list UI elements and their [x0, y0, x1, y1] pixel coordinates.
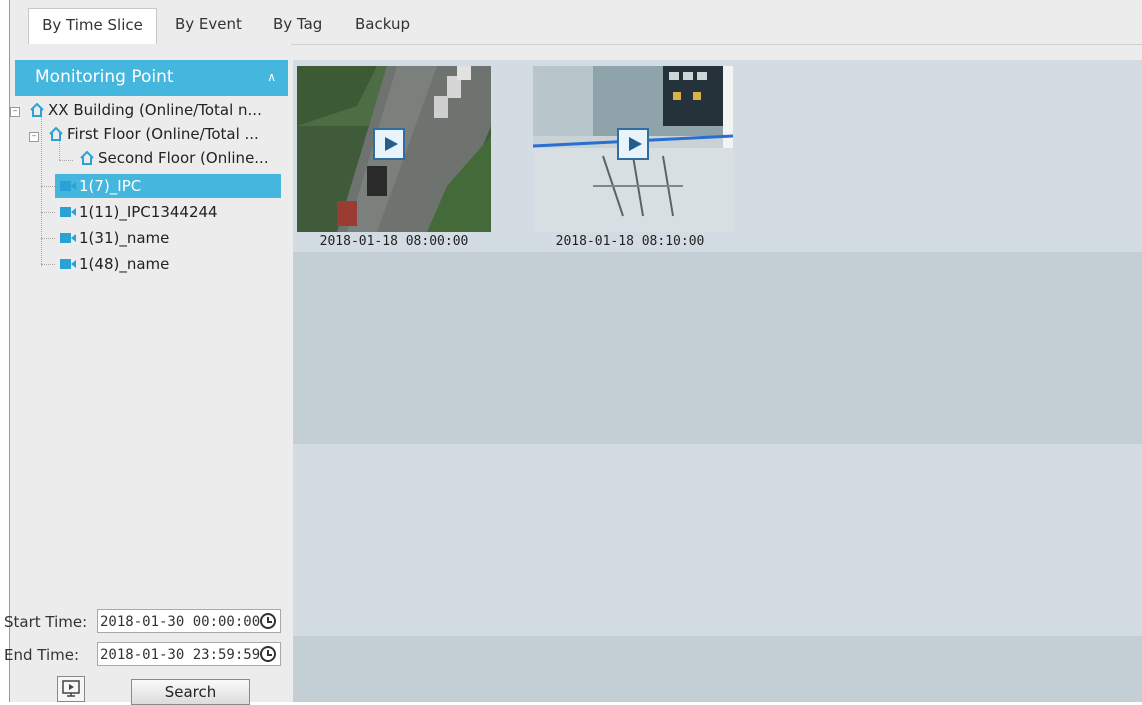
end-time-row: End Time: 2018-01-30 23:59:59: [4, 642, 291, 668]
camera-icon: [60, 207, 76, 217]
tab-by-event[interactable]: By Event: [175, 8, 242, 44]
tree-node-label: 1(31)_name: [79, 229, 170, 247]
tree-node-label: XX Building (Online/Total n...: [48, 101, 262, 119]
end-time-value: 2018-01-30 23:59:59: [100, 647, 261, 663]
results-row: [293, 636, 1142, 702]
tree-guide-line: [41, 110, 42, 266]
play-screen-icon: [62, 680, 80, 702]
home-icon: [79, 150, 95, 166]
play-icon[interactable]: [617, 128, 649, 160]
home-icon: [29, 102, 45, 118]
tree-guide-line: [41, 264, 55, 265]
results-panel: 2018-01-18 08:00:00 2018-01-18 08:10:00: [293, 60, 1142, 702]
start-time-row: Start Time: 2018-01-30 00:00:00: [4, 609, 291, 635]
tree-node-label: First Floor (Online/Total ...: [67, 125, 259, 143]
results-row: [293, 252, 1142, 444]
tree-node-label: 1(7)_IPC: [79, 177, 142, 195]
camera-icon: [60, 233, 76, 243]
collapse-toggle[interactable]: –: [10, 107, 20, 117]
tab-bar: By Time Slice By Event By Tag Backup: [10, 0, 1142, 46]
tree-guide-line: [41, 238, 55, 239]
monitoring-point-title: Monitoring Point: [35, 67, 174, 87]
end-time-field[interactable]: 2018-01-30 23:59:59: [97, 642, 281, 666]
monitoring-point-header[interactable]: Monitoring Point ∧: [15, 60, 288, 96]
video-thumbnail[interactable]: [297, 66, 491, 232]
chevron-up-icon[interactable]: ∧: [267, 60, 276, 94]
thumbnail-timestamp: 2018-01-18 08:00:00: [319, 234, 469, 249]
tab-backup[interactable]: Backup: [355, 8, 410, 44]
collapse-toggle[interactable]: –: [29, 132, 39, 142]
start-time-label: Start Time:: [4, 613, 88, 631]
tree-node-label: Second Floor (Online...: [98, 149, 269, 167]
camera-icon: [60, 259, 76, 269]
play-icon[interactable]: [373, 128, 405, 160]
camera-icon: [60, 181, 76, 191]
end-time-label: End Time:: [4, 646, 80, 664]
search-button[interactable]: Search: [131, 679, 250, 705]
tree-guide-line: [41, 186, 55, 187]
playback-window: By Time Slice By Event By Tag Backup Mon…: [4, 0, 1142, 705]
home-icon: [48, 126, 64, 142]
clock-icon[interactable]: [260, 646, 276, 662]
thumbnail-timestamp: 2018-01-18 08:10:00: [555, 234, 705, 249]
tab-by-time-slice[interactable]: By Time Slice: [28, 8, 157, 46]
playback-button[interactable]: [57, 676, 85, 702]
tab-by-tag[interactable]: By Tag: [273, 8, 322, 44]
video-thumbnail[interactable]: [533, 66, 733, 232]
results-row: [293, 444, 1142, 636]
tree-node-camera-1-7[interactable]: 1(7)_IPC: [55, 174, 281, 198]
tree-guide-line: [41, 212, 55, 213]
monitoring-point-panel: Monitoring Point ∧ – XX Building (Online…: [4, 44, 291, 705]
tree-node-label: 1(11)_IPC1344244: [79, 203, 218, 221]
clock-icon[interactable]: [260, 613, 276, 629]
tree-guide-line: [59, 160, 73, 161]
tree-node-label: 1(48)_name: [79, 255, 170, 273]
start-time-field[interactable]: 2018-01-30 00:00:00: [97, 609, 281, 633]
start-time-value: 2018-01-30 00:00:00: [100, 614, 261, 630]
